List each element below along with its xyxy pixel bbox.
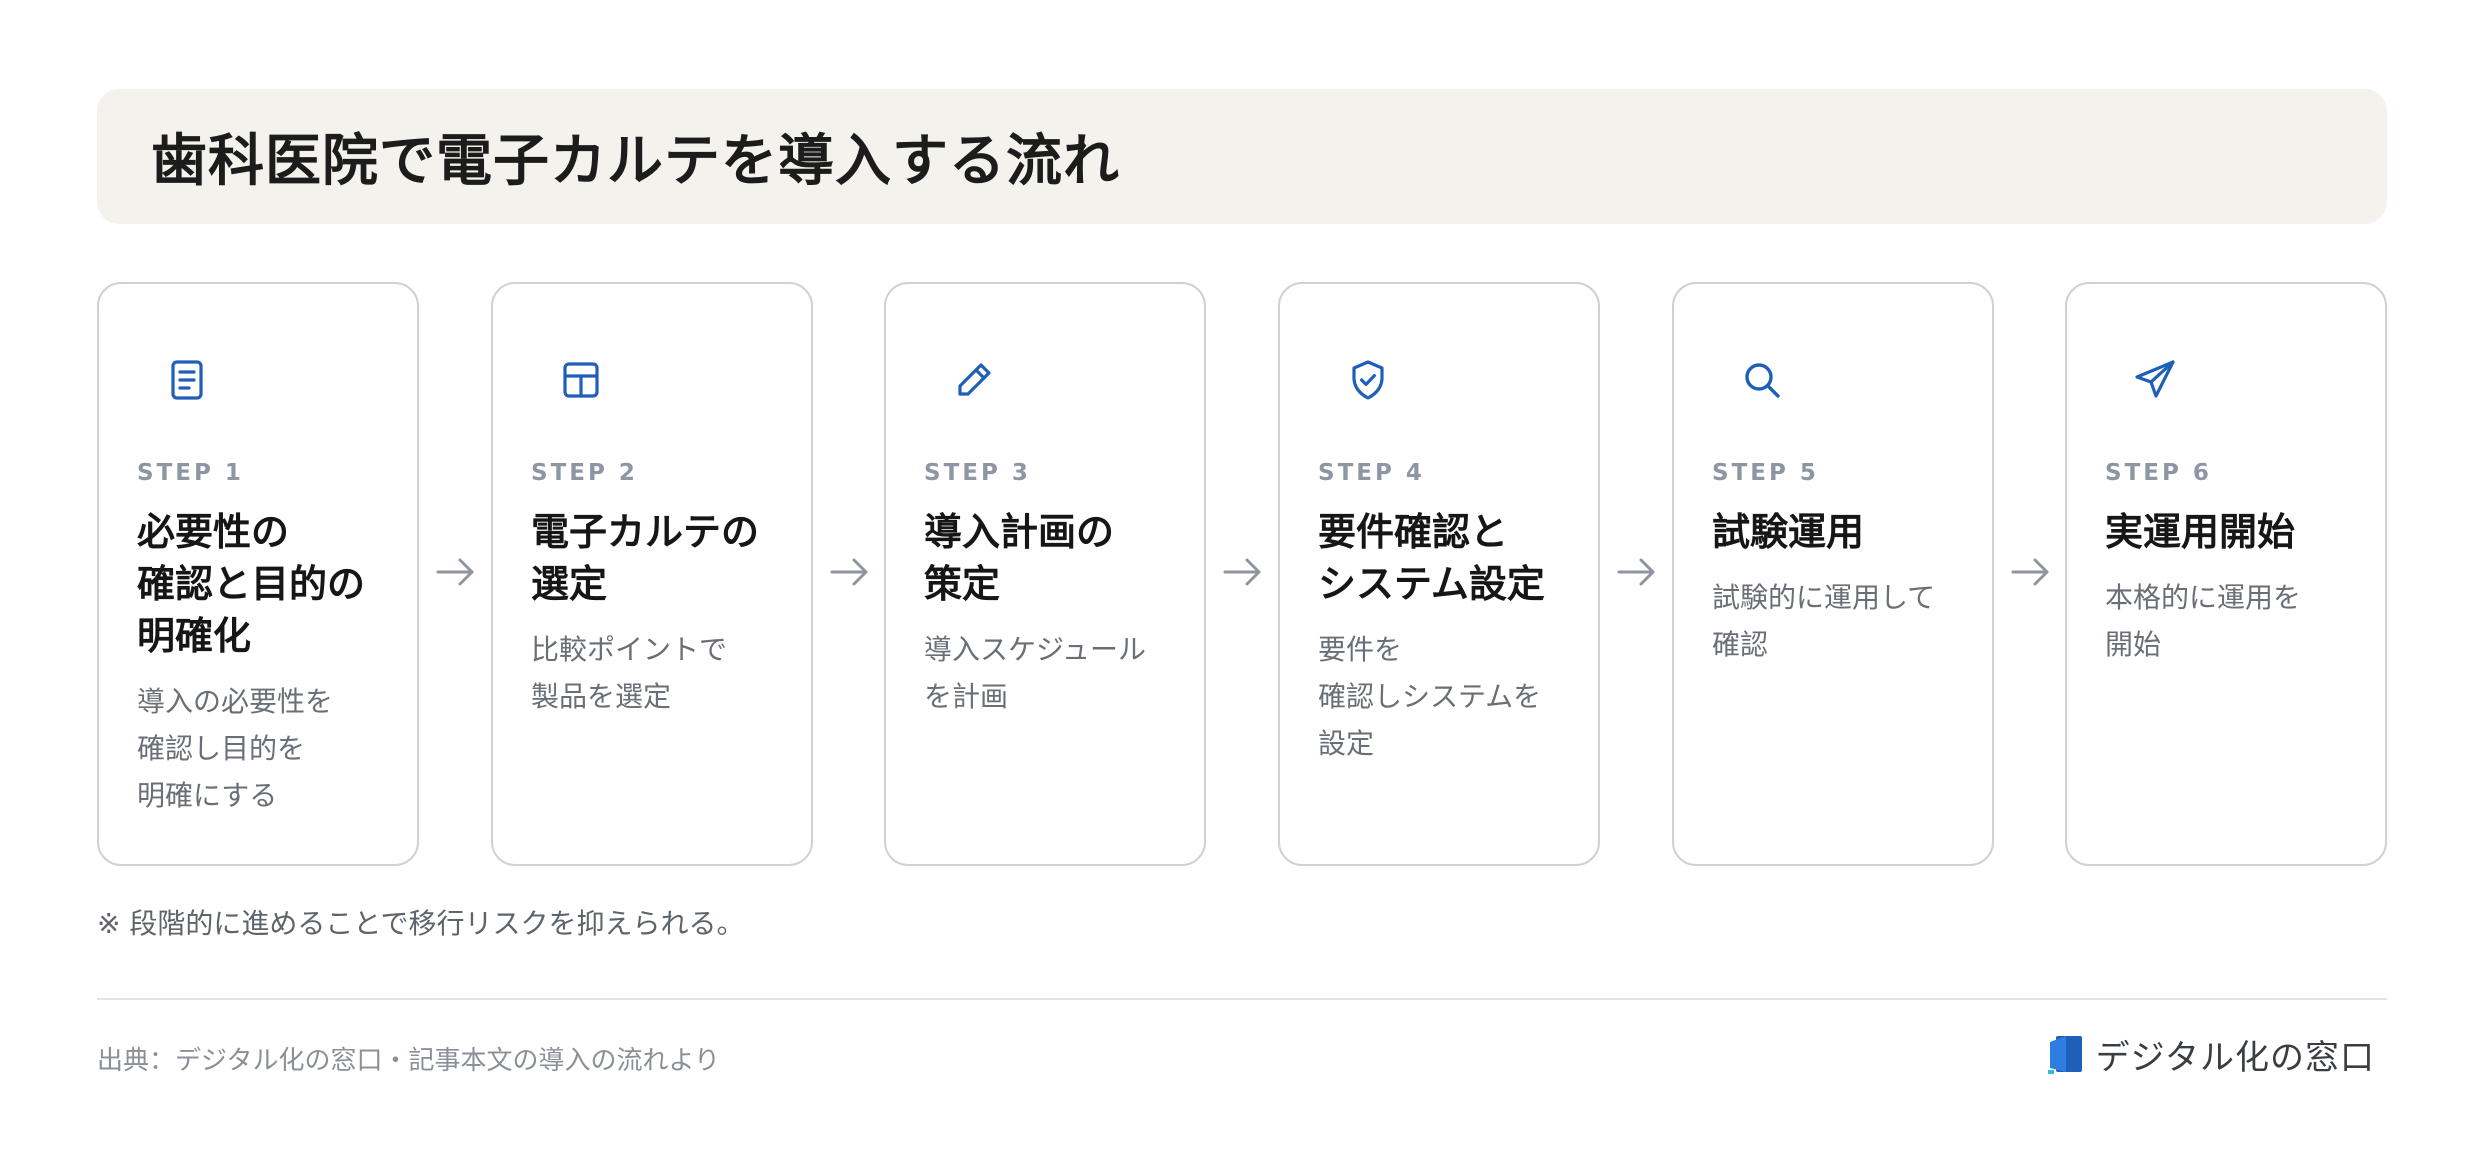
- step-title: 電子カルテの 選定: [531, 510, 760, 606]
- step-card-5: STEP 5 試験運用 試験的に運用して 確認: [1672, 282, 1994, 866]
- step-flow: STEP 1 必要性の 確認と目的の 明確化 導入の必要性を 確認し目的を 明確…: [97, 282, 2387, 866]
- pencil-icon: [950, 356, 998, 404]
- step-card-2: STEP 2 電子カルテの 選定 比較ポイントで 製品を選定: [491, 282, 813, 866]
- step-description: 導入の必要性を 確認し目的を 明確にする: [137, 685, 334, 812]
- step-card-1: STEP 1 必要性の 確認と目的の 明確化 導入の必要性を 確認し目的を 明確…: [97, 282, 419, 866]
- brand-name: デジタル化の窓口: [2095, 1037, 2375, 1078]
- step-title: 導入計画の 策定: [924, 510, 1115, 606]
- arrow-right-icon: [826, 552, 872, 592]
- step-description: 要件を 確認しシステムを 設定: [1318, 633, 1542, 760]
- arrow-right-icon: [1219, 552, 1265, 592]
- arrow-right-icon: [2007, 552, 2053, 592]
- step-label: STEP 3: [924, 460, 1031, 486]
- footnote: ※ 段階的に進めることで移行リスクを抑えられる。: [97, 907, 745, 940]
- page: 歯科医院で電子カルテを導入する流れ STEP 1 必要性の 確認と目的の 明確化…: [0, 0, 2480, 1170]
- document-icon: [163, 356, 211, 404]
- step-title: 実運用開始: [2105, 510, 2296, 554]
- shield-check-icon: [1344, 356, 1392, 404]
- arrow-right-icon: [432, 552, 478, 592]
- arrow-right-icon: [1613, 552, 1659, 592]
- step-description: 比較ポイントで 製品を選定: [531, 633, 728, 713]
- brand-mark-icon: [2047, 1036, 2082, 1074]
- step-title: 要件確認と システム設定: [1318, 510, 1545, 606]
- source-credit: 出典：デジタル化の窓口・記事本文の導入の流れより: [97, 1046, 720, 1076]
- step-label: STEP 6: [2105, 460, 2212, 486]
- step-label: STEP 2: [531, 460, 638, 486]
- step-label: STEP 4: [1318, 460, 1425, 486]
- title-bar: 歯科医院で電子カルテを導入する流れ: [97, 89, 2387, 224]
- step-card-4: STEP 4 要件確認と システム設定 要件を 確認しシステムを 設定: [1278, 282, 1600, 866]
- divider: [97, 998, 2387, 1000]
- step-card-6: STEP 6 実運用開始 本格的に運用を 開始: [2065, 282, 2387, 866]
- table-icon: [557, 356, 605, 404]
- brand-logo: デジタル化の窓口: [2046, 1030, 2375, 1078]
- search-icon: [1738, 356, 1786, 404]
- page-title: 歯科医院で電子カルテを導入する流れ: [151, 129, 1120, 194]
- send-icon: [2131, 356, 2179, 404]
- step-title: 試験運用: [1712, 510, 1865, 554]
- step-description: 本格的に運用を 開始: [2105, 581, 2302, 661]
- step-title: 必要性の 確認と目的の 明確化: [137, 510, 366, 658]
- step-label: STEP 1: [137, 460, 244, 486]
- step-label: STEP 5: [1712, 460, 1819, 486]
- step-card-3: STEP 3 導入計画の 策定 導入スケジュール を計画: [884, 282, 1206, 866]
- step-description: 試験的に運用して 確認: [1712, 581, 1936, 661]
- step-description: 導入スケジュール を計画: [924, 633, 1147, 713]
